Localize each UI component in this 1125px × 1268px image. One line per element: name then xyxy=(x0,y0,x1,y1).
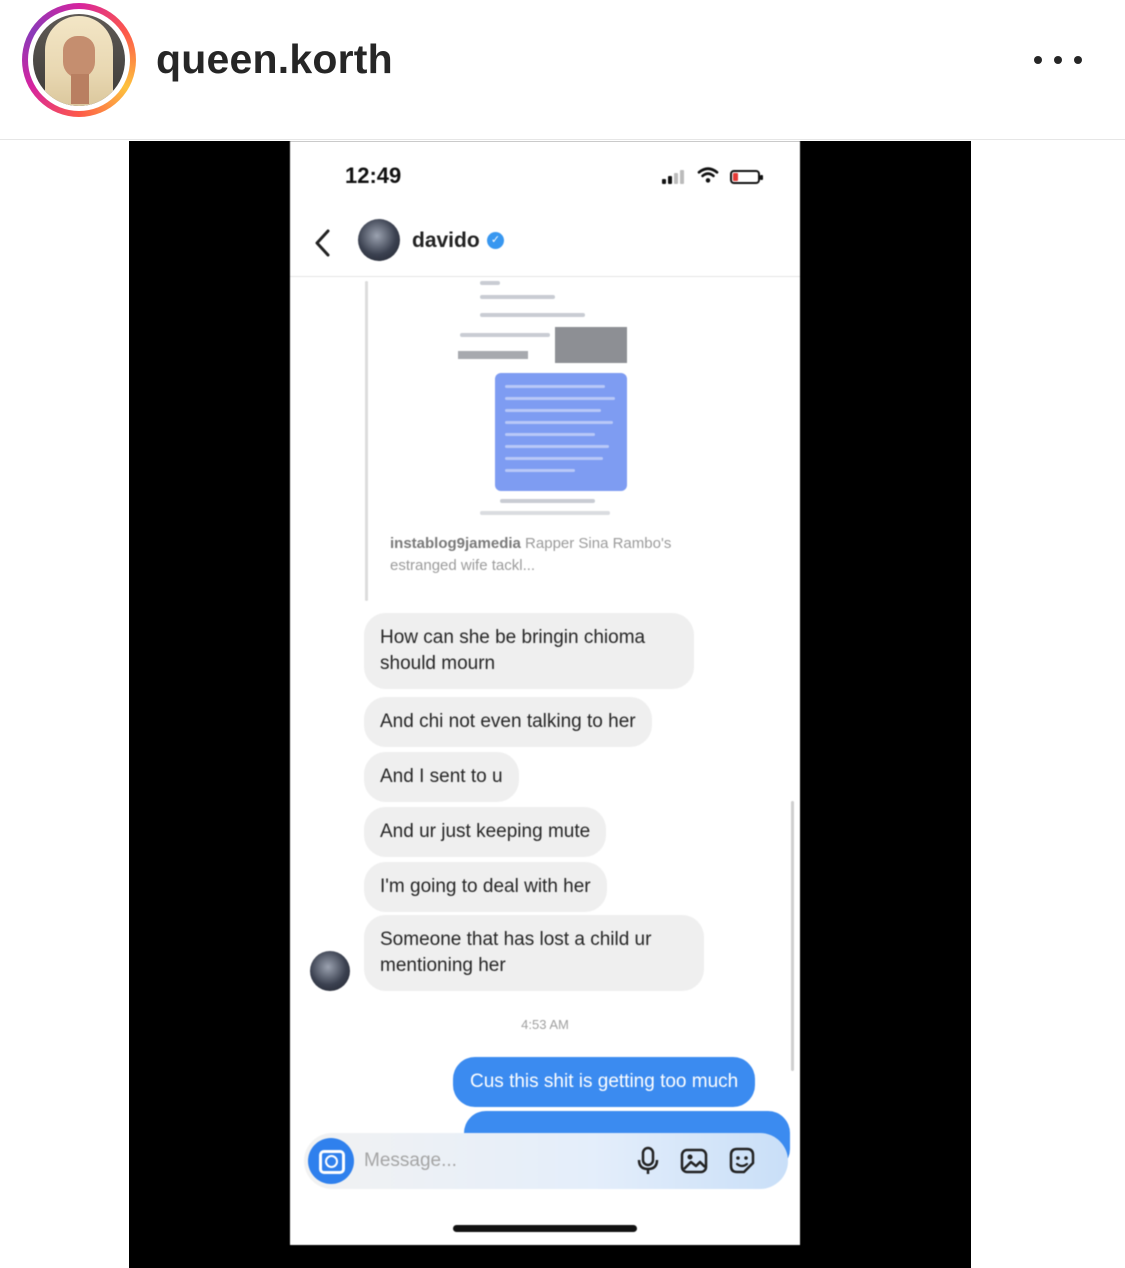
post-username[interactable]: queen.korth xyxy=(156,36,393,83)
message-input[interactable] xyxy=(364,1141,614,1181)
preview-text-line xyxy=(505,469,575,472)
status-time: 12:49 xyxy=(345,163,402,188)
preview-text-line xyxy=(480,313,585,317)
post-header: queen.korth xyxy=(0,0,1125,140)
preview-blue-bubble xyxy=(495,373,627,491)
scrollbar[interactable] xyxy=(791,801,794,1071)
shared-post-image[interactable] xyxy=(390,281,690,541)
preview-text-line xyxy=(460,333,550,337)
received-message[interactable]: And I sent to u xyxy=(364,752,519,802)
preview-text-line xyxy=(505,385,605,388)
preview-text-line xyxy=(480,511,610,515)
avatar-photo xyxy=(33,14,125,106)
status-icons xyxy=(662,166,772,186)
back-arrow-icon[interactable] xyxy=(308,225,338,261)
preview-text-line xyxy=(480,295,555,299)
avatar-face xyxy=(63,36,95,78)
sender-avatar xyxy=(310,951,350,991)
preview-text-line xyxy=(505,421,613,424)
preview-text-line xyxy=(505,397,615,400)
battery-icon xyxy=(730,170,763,184)
received-message[interactable]: How can she be bringin chioma should mou… xyxy=(364,613,694,689)
contact-name[interactable]: davido xyxy=(412,229,480,253)
camera-icon[interactable] xyxy=(308,1138,354,1184)
contact-avatar[interactable] xyxy=(358,219,400,261)
microphone-icon[interactable] xyxy=(632,1145,664,1177)
dm-screenshot: 12:49 davido ✓ instablog9jamedia Rapper … xyxy=(290,141,800,1245)
battery-cap xyxy=(760,175,763,180)
more-horizontal-icon xyxy=(1034,56,1042,64)
profile-avatar[interactable] xyxy=(22,3,136,117)
sticker-icon[interactable] xyxy=(726,1145,758,1177)
received-message[interactable]: And ur just keeping mute xyxy=(364,807,607,857)
signal-bar xyxy=(680,170,684,184)
preview-text-line xyxy=(505,433,595,436)
signal-bar xyxy=(668,176,672,184)
received-message[interactable]: And chi not even talking to her xyxy=(364,697,652,747)
post-media[interactable]: 12:49 davido ✓ instablog9jamedia Rapper … xyxy=(129,141,971,1268)
reply-thread-line xyxy=(365,281,368,601)
avatar-ring-gap xyxy=(28,9,130,111)
avatar-neck xyxy=(71,74,89,104)
preview-dark-block xyxy=(555,327,627,363)
received-message[interactable]: I'm going to deal with her xyxy=(364,862,607,912)
home-indicator xyxy=(453,1225,637,1232)
shared-post-account: instablog9jamedia xyxy=(390,535,521,552)
wifi-icon xyxy=(697,167,719,183)
shared-post-text: instablog9jamedia Rapper Sina Rambo's es… xyxy=(390,533,690,577)
signal-bar xyxy=(674,173,678,184)
preview-text-line xyxy=(480,281,500,285)
message-timestamp: 4:53 AM xyxy=(521,1017,569,1032)
received-message[interactable]: Someone that has lost a child ur mention… xyxy=(364,915,704,991)
preview-text-line xyxy=(505,445,609,448)
preview-text-line xyxy=(500,499,595,503)
more-options-button[interactable] xyxy=(1030,40,1086,80)
chat-header: davido ✓ xyxy=(290,211,800,277)
shared-post-caption[interactable]: instablog9jamedia Rapper Sina Rambo's es… xyxy=(390,533,690,593)
gallery-icon[interactable] xyxy=(678,1145,710,1177)
message-composer xyxy=(304,1133,788,1189)
signal-icon xyxy=(662,179,666,184)
sent-message[interactable]: Cus this shit is getting too much xyxy=(453,1057,756,1107)
more-dot xyxy=(1054,56,1062,64)
verified-badge-icon: ✓ xyxy=(487,232,504,249)
battery-level xyxy=(733,173,738,181)
preview-text-line xyxy=(505,457,603,460)
preview-text-line xyxy=(505,409,601,412)
preview-dark-block xyxy=(458,351,528,359)
more-dot xyxy=(1074,56,1082,64)
